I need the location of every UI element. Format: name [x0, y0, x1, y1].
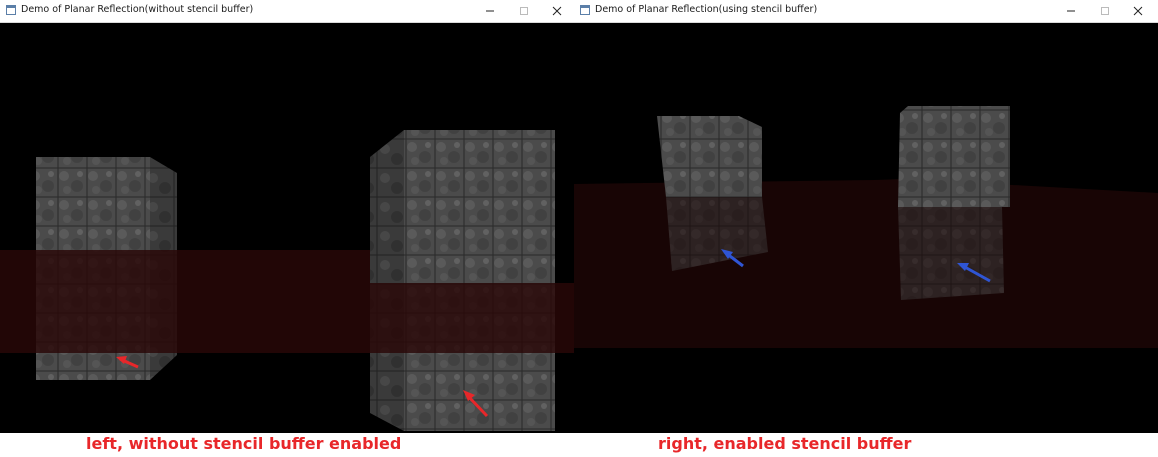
- maximize-icon: [1101, 7, 1109, 15]
- left-render-viewport[interactable]: [0, 23, 574, 433]
- left-window-title: Demo of Planar Reflection(without stenci…: [21, 4, 254, 15]
- minimize-icon: [1067, 10, 1075, 12]
- maximize-button[interactable]: [1088, 0, 1122, 22]
- maximize-button[interactable]: [507, 0, 541, 22]
- right-cube: [898, 106, 1010, 207]
- minimize-icon: [486, 10, 494, 12]
- close-button[interactable]: [540, 0, 574, 22]
- left-demo-window: Demo of Planar Reflection(without stenci…: [0, 0, 574, 433]
- left-caption: left, without stencil buffer enabled: [86, 434, 402, 453]
- right-title-bar[interactable]: Demo of Planar Reflection(using stencil …: [574, 0, 1158, 23]
- right-render-viewport[interactable]: [574, 23, 1158, 433]
- mirror-plane: [574, 179, 1158, 348]
- right-cube: [370, 130, 555, 431]
- minimize-button[interactable]: [473, 0, 507, 22]
- right-demo-window: Demo of Planar Reflection(using stencil …: [574, 0, 1158, 433]
- left-cube: [657, 116, 762, 197]
- close-button[interactable]: [1121, 0, 1155, 22]
- right-caption: right, enabled stencil buffer: [658, 434, 912, 453]
- close-icon: [552, 6, 562, 16]
- right-cube-reflection: [898, 207, 1004, 300]
- minimize-button[interactable]: [1054, 0, 1088, 22]
- left-title-bar[interactable]: Demo of Planar Reflection(without stenci…: [0, 0, 574, 23]
- maximize-icon: [520, 7, 528, 15]
- app-icon: [6, 5, 16, 15]
- close-icon: [1133, 6, 1143, 16]
- app-icon: [580, 5, 590, 15]
- right-window-title: Demo of Planar Reflection(using stencil …: [595, 4, 818, 15]
